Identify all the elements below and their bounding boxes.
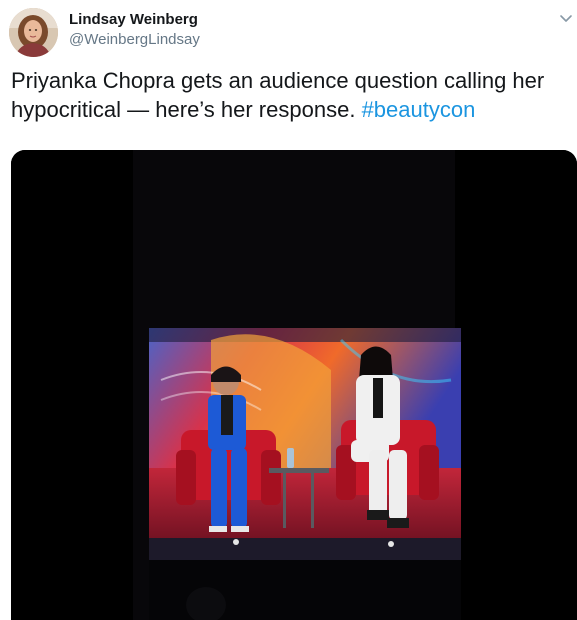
avatar[interactable]: [9, 8, 58, 57]
tweet-text: Priyanka Chopra gets an audience questio…: [11, 66, 567, 124]
author-handle[interactable]: @WeinbergLindsay: [69, 31, 200, 48]
video-player[interactable]: [11, 150, 577, 620]
hashtag-link[interactable]: #beautycon: [362, 97, 476, 122]
tweet-card: Lindsay Weinberg @WeinbergLindsay Priyan…: [0, 0, 577, 620]
video-frame: [11, 150, 577, 620]
author-name[interactable]: Lindsay Weinberg: [69, 11, 198, 28]
chevron-down-icon[interactable]: [558, 10, 574, 26]
